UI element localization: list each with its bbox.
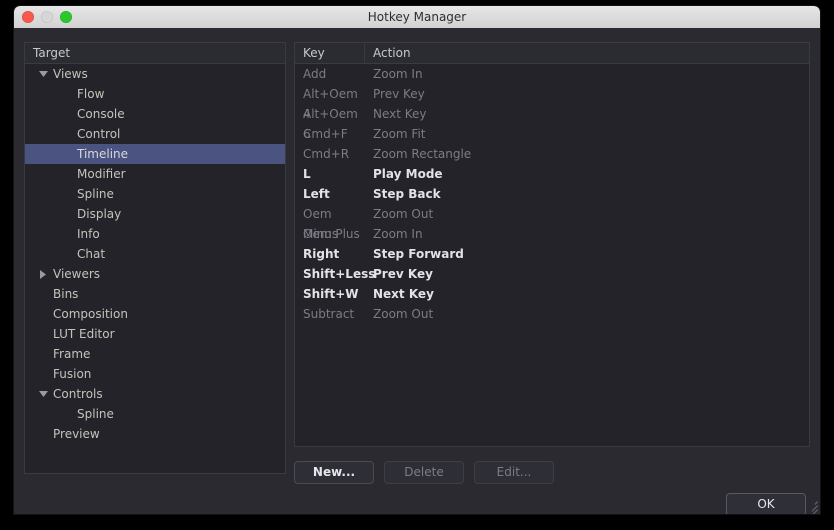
table-row[interactable]: Subtract Zoom Out — [295, 304, 809, 324]
table-row[interactable]: Alt+Oem 6 Next Key — [295, 104, 809, 141]
tree-item-label: Console — [77, 107, 125, 121]
hotkey-action-cell: Next Key — [373, 287, 434, 301]
new-button[interactable]: New... — [294, 461, 374, 484]
table-row[interactable]: Right Step Forward — [295, 244, 809, 264]
tree-item-label: Chat — [77, 247, 106, 261]
resize-grip[interactable] — [804, 498, 818, 514]
tree-item-label: Timeline — [77, 147, 129, 161]
chevron-right-icon[interactable] — [37, 264, 49, 284]
tree-item-spline[interactable]: Spline — [25, 404, 285, 424]
chevron-down-icon[interactable] — [37, 384, 49, 404]
hotkey-key-cell: Subtract — [303, 307, 355, 321]
tree-item-label: Control — [77, 127, 121, 141]
tree-item-label: Frame — [53, 347, 91, 361]
tree-item-views[interactable]: Views — [25, 64, 285, 84]
tree-item-label: Composition — [53, 307, 128, 321]
tree-item-chat[interactable]: Chat — [25, 244, 285, 264]
tree-item-info[interactable]: Info — [25, 224, 285, 244]
tree-item-console[interactable]: Console — [25, 104, 285, 124]
tree-item-label: Info — [77, 227, 100, 241]
edit-button[interactable]: Edit... — [474, 461, 554, 484]
table-row[interactable]: Add Zoom In — [295, 64, 809, 84]
table-row[interactable]: Left Step Back — [295, 184, 809, 204]
hotkey-action-cell: Zoom Fit — [373, 127, 426, 141]
tree-item-fusion[interactable]: Fusion — [25, 364, 285, 384]
tree-item-label: Preview — [53, 427, 100, 441]
tree-item-composition[interactable]: Composition — [25, 304, 285, 324]
table-row[interactable]: Cmd+R Zoom Rectangle — [295, 144, 809, 164]
hotkey-key-cell: Cmd+F — [303, 127, 348, 141]
tree-item-label: Fusion — [53, 367, 92, 381]
tree-item-spline[interactable]: Spline — [25, 184, 285, 204]
dialog-body: Target Views Flow Console Control Timeline Mo… — [14, 28, 820, 514]
window-title: Hotkey Manager — [367, 10, 467, 24]
chevron-down-icon[interactable] — [37, 64, 49, 84]
tree-item-label: Display — [77, 207, 122, 221]
column-header-action[interactable]: Action — [365, 43, 809, 63]
hotkey-key-cell: Left — [303, 187, 330, 201]
hotkey-list-header: Key Action — [295, 43, 809, 64]
ok-button[interactable]: OK — [726, 493, 806, 514]
hotkey-action-buttons: New... Delete Edit... — [294, 461, 810, 484]
tree-item-control[interactable]: Control — [25, 124, 285, 144]
tree-item-display[interactable]: Display — [25, 204, 285, 224]
tree-item-bins[interactable]: Bins — [25, 284, 285, 304]
column-header-key[interactable]: Key — [295, 43, 365, 63]
hotkey-action-cell: Play Mode — [373, 167, 443, 181]
table-row[interactable]: Oem Minus Zoom Out — [295, 204, 809, 241]
tree-item-label: LUT Editor — [53, 327, 115, 341]
tree-item-modifier[interactable]: Modifier — [25, 164, 285, 184]
tree-item-label: Views — [53, 67, 88, 81]
target-tree-panel: Target Views Flow Console Control Timeline Mo… — [24, 42, 286, 474]
hotkey-action-cell: Zoom Out — [373, 207, 434, 221]
tree-item-lut-editor[interactable]: LUT Editor — [25, 324, 285, 344]
table-row[interactable]: Oem Plus Zoom In — [295, 224, 809, 244]
hotkey-action-cell: Zoom In — [373, 67, 423, 81]
hotkey-list-panel: Key Action Add Zoom In Alt+Oem 4 Prev Key Al… — [294, 42, 810, 447]
hotkey-action-cell: Zoom In — [373, 227, 423, 241]
table-row[interactable]: Shift+Less Prev Key — [295, 264, 809, 284]
hotkey-action-cell: Zoom Rectangle — [373, 147, 472, 161]
hotkey-key-cell: Shift+Less — [303, 267, 376, 281]
tree-item-label: Bins — [53, 287, 79, 301]
tree-item-label: Flow — [77, 87, 105, 101]
hotkey-key-cell: L — [303, 167, 311, 181]
tree-item-frame[interactable]: Frame — [25, 344, 285, 364]
tree-item-timeline[interactable]: Timeline — [25, 144, 285, 164]
tree-item-label: Spline — [77, 407, 114, 421]
hotkey-key-cell: Alt+Oem 4 — [303, 87, 358, 121]
table-row[interactable]: L Play Mode — [295, 164, 809, 184]
window-titlebar: Hotkey Manager — [14, 6, 820, 29]
hotkey-action-cell: Step Back — [373, 187, 441, 201]
delete-button[interactable]: Delete — [384, 461, 464, 484]
tree-column-header-target: Target — [25, 43, 285, 64]
hotkey-key-cell: Shift+W — [303, 287, 359, 301]
hotkey-key-cell: Oem Plus — [303, 227, 360, 241]
hotkey-key-cell: Oem Minus — [303, 207, 339, 241]
table-row[interactable]: Shift+W Next Key — [295, 284, 809, 304]
hotkey-action-cell: Step Forward — [373, 247, 464, 261]
hotkey-manager-window: Hotkey Manager Target Views Flow Console Co… — [14, 6, 820, 514]
hotkey-action-cell: Next Key — [373, 107, 427, 121]
hotkey-key-cell: Right — [303, 247, 340, 261]
hotkey-list-rows: Add Zoom In Alt+Oem 4 Prev Key Alt+Oem 6 Next… — [295, 64, 809, 324]
tree-item-label: Modifier — [77, 167, 126, 181]
table-row[interactable]: Cmd+F Zoom Fit — [295, 124, 809, 144]
hotkey-key-cell: Alt+Oem 6 — [303, 107, 358, 141]
tree-item-label: Spline — [77, 187, 114, 201]
target-tree-list: Views Flow Console Control Timeline Modifier S… — [25, 64, 285, 444]
hotkey-key-cell: Add — [303, 67, 327, 81]
tree-item-controls[interactable]: Controls — [25, 384, 285, 404]
hotkey-action-cell: Prev Key — [373, 267, 433, 281]
table-row[interactable]: Alt+Oem 4 Prev Key — [295, 84, 809, 121]
tree-item-flow[interactable]: Flow — [25, 84, 285, 104]
hotkey-action-cell: Zoom Out — [373, 307, 434, 321]
hotkey-key-cell: Cmd+R — [303, 147, 350, 161]
hotkey-action-cell: Prev Key — [373, 87, 425, 101]
tree-item-preview[interactable]: Preview — [25, 424, 285, 444]
tree-item-viewers[interactable]: Viewers — [25, 264, 285, 284]
